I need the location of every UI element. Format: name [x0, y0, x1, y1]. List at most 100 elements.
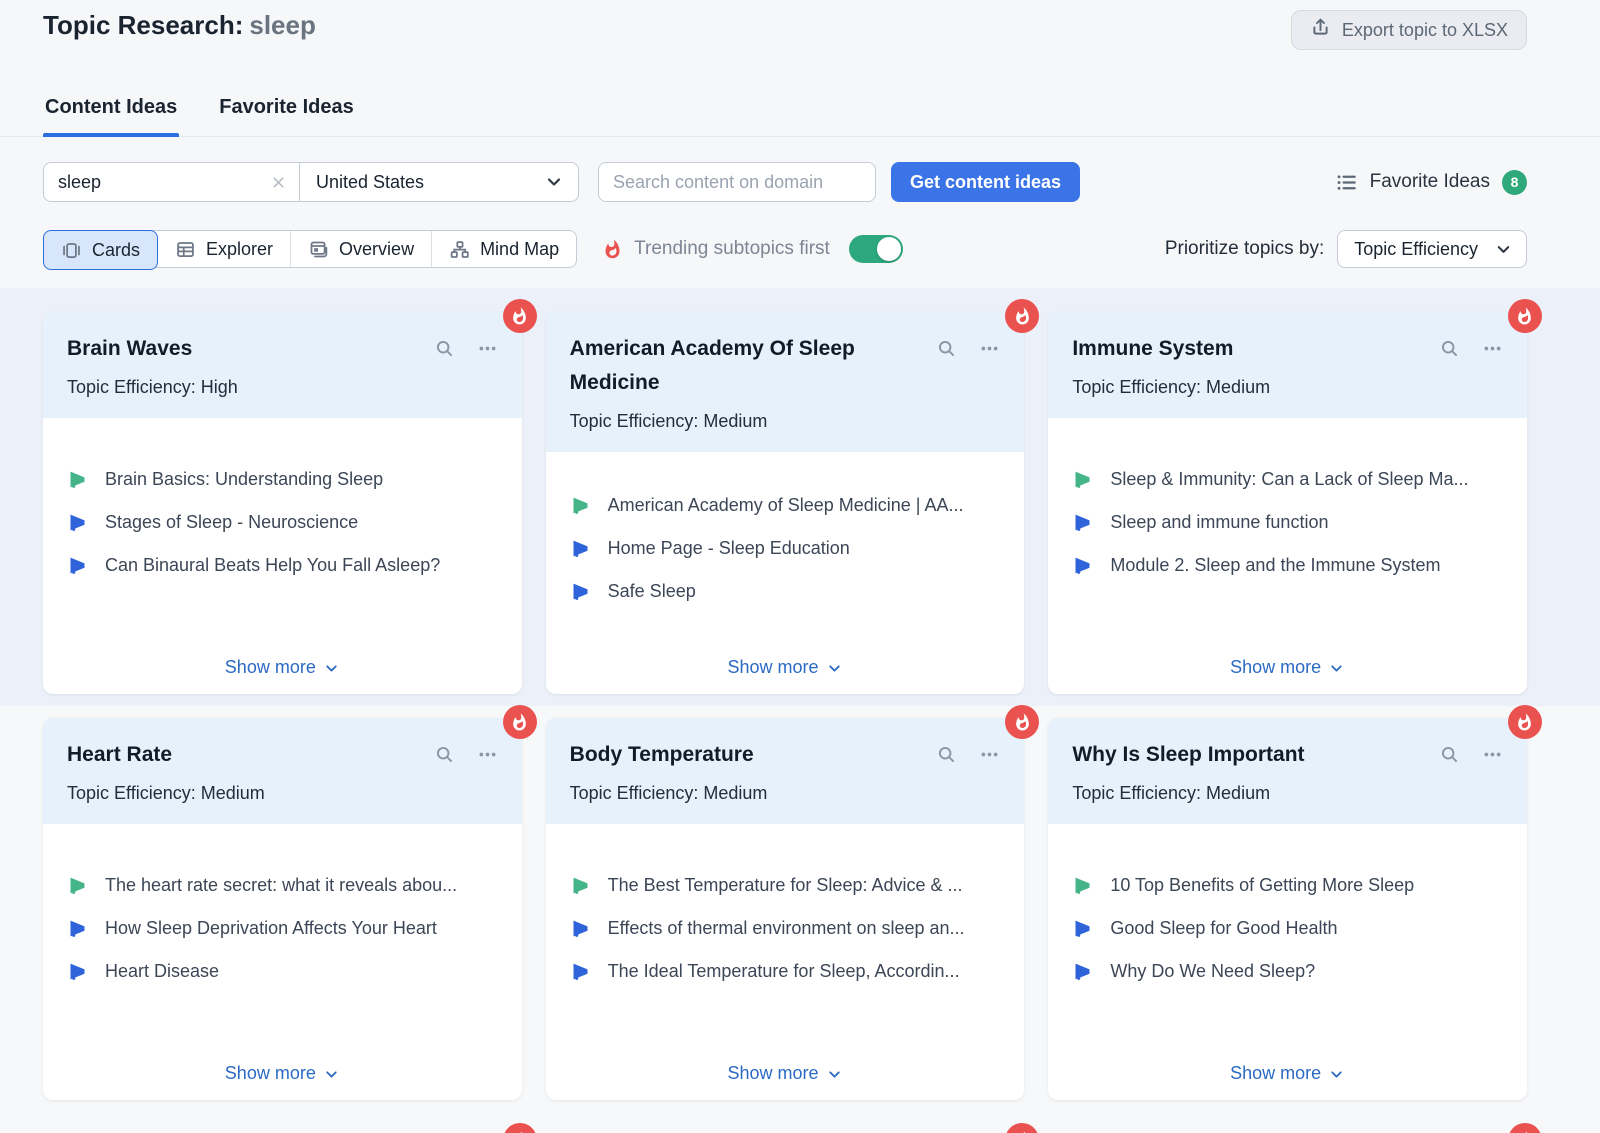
card-header: Immune System Topic Efficiency: Medium [1048, 312, 1527, 418]
search-icon[interactable] [936, 338, 957, 359]
megaphone-icon [67, 875, 88, 896]
card-header: Brain Waves Topic Efficiency: High [43, 312, 522, 418]
headline-text: Stages of Sleep - Neuroscience [105, 511, 358, 534]
trending-toggle[interactable] [849, 235, 903, 263]
favorite-ideas-link[interactable]: Favorite Ideas 8 [1335, 170, 1527, 195]
top-bar: Topic Research:sleep Export topic to XLS… [0, 0, 1600, 50]
headline-item[interactable]: Can Binaural Beats Help You Fall Asleep? [67, 554, 498, 577]
domain-search-input[interactable] [598, 162, 876, 202]
topic-card-brain-waves: Brain Waves Topic Efficiency: High Brain… [43, 312, 522, 694]
headline-item[interactable]: The Ideal Temperature for Sleep, Accordi… [570, 960, 1001, 983]
show-more-button[interactable]: Show more [1230, 657, 1345, 678]
view-tab-explorer-label: Explorer [206, 239, 273, 260]
headline-item[interactable]: Home Page - Sleep Education [570, 537, 1001, 560]
topic-efficiency: Topic Efficiency: Medium [1072, 783, 1503, 804]
headline-item[interactable]: Brain Basics: Understanding Sleep [67, 468, 498, 491]
card-header: Body Temperature Topic Efficiency: Mediu… [546, 718, 1025, 824]
get-content-ideas-button[interactable]: Get content ideas [891, 162, 1080, 202]
trending-fire-badge [1005, 299, 1039, 333]
show-more-button[interactable]: Show more [225, 1063, 340, 1084]
prioritize-label: Prioritize topics by: [1165, 238, 1324, 260]
headline-item[interactable]: How Sleep Deprivation Affects Your Heart [67, 917, 498, 940]
more-options-icon[interactable] [477, 744, 498, 765]
headline-item[interactable]: Sleep and immune function [1072, 511, 1503, 534]
more-options-icon[interactable] [477, 338, 498, 359]
tab-content-ideas[interactable]: Content Ideas [43, 88, 179, 136]
card-body: 10 Top Benefits of Getting More Sleep Go… [1048, 824, 1527, 1100]
export-topic-button[interactable]: Export topic to XLSX [1291, 10, 1527, 50]
search-icon[interactable] [434, 338, 455, 359]
more-options-icon[interactable] [1482, 744, 1503, 765]
headline-text: The Best Temperature for Sleep: Advice &… [608, 874, 963, 897]
topic-search-field[interactable] [44, 163, 299, 201]
card-title: Body Temperature [570, 738, 923, 772]
headline-text: 10 Top Benefits of Getting More Sleep [1110, 874, 1414, 897]
view-tab-cards-label: Cards [92, 240, 140, 261]
topic-efficiency: Topic Efficiency: Medium [570, 411, 1001, 432]
show-more-button[interactable]: Show more [727, 1063, 842, 1084]
upload-icon [1310, 17, 1331, 43]
headline-item[interactable]: Module 2. Sleep and the Immune System [1072, 554, 1503, 577]
card-body: American Academy of Sleep Medicine | AA.… [546, 452, 1025, 694]
chevron-down-icon [1494, 240, 1513, 259]
show-more-button[interactable]: Show more [1230, 1063, 1345, 1084]
search-icon[interactable] [936, 744, 957, 765]
headline-item[interactable]: 10 Top Benefits of Getting More Sleep [1072, 874, 1503, 897]
region-value: United States [316, 172, 424, 193]
trending-fire-badge [1005, 1123, 1039, 1133]
card-title: American Academy Of Sleep Medicine [570, 332, 923, 400]
more-options-icon[interactable] [979, 338, 1000, 359]
show-more-label: Show more [727, 1063, 818, 1084]
cards-view-icon [61, 240, 82, 261]
search-icon[interactable] [1439, 338, 1460, 359]
chevron-down-icon [1328, 1066, 1345, 1083]
headline-item[interactable]: Sleep & Immunity: Can a Lack of Sleep Ma… [1072, 468, 1503, 491]
prioritize-select[interactable]: Topic Efficiency [1337, 230, 1527, 268]
favorite-ideas-label: Favorite Ideas [1370, 171, 1490, 193]
chevron-down-icon [1328, 660, 1345, 677]
headline-item[interactable]: Stages of Sleep - Neuroscience [67, 511, 498, 534]
prioritize-control: Prioritize topics by: Topic Efficiency [1165, 230, 1527, 268]
card-header: Why Is Sleep Important Topic Efficiency:… [1048, 718, 1527, 824]
chevron-down-icon [323, 660, 340, 677]
headline-item[interactable]: Why Do We Need Sleep? [1072, 960, 1503, 983]
megaphone-icon [570, 961, 591, 982]
show-more-label: Show more [1230, 657, 1321, 678]
headline-text: How Sleep Deprivation Affects Your Heart [105, 917, 437, 940]
headline-item[interactable]: Safe Sleep [570, 580, 1001, 603]
headline-text: Can Binaural Beats Help You Fall Asleep? [105, 554, 440, 577]
search-icon[interactable] [1439, 744, 1460, 765]
trending-fire-badge [1005, 705, 1039, 739]
headline-item[interactable]: Good Sleep for Good Health [1072, 917, 1503, 940]
topic-card-heart-rate: Heart Rate Topic Efficiency: Medium The … [43, 718, 522, 1100]
topic-efficiency: Topic Efficiency: Medium [67, 783, 498, 804]
headline-item[interactable]: The heart rate secret: what it reveals a… [67, 874, 498, 897]
tab-favorite-ideas[interactable]: Favorite Ideas [217, 88, 356, 136]
table-view-icon [175, 239, 196, 260]
show-more-button[interactable]: Show more [225, 657, 340, 678]
headline-item[interactable]: The Best Temperature for Sleep: Advice &… [570, 874, 1001, 897]
megaphone-icon [570, 918, 591, 939]
search-icon[interactable] [434, 744, 455, 765]
headline-text: Module 2. Sleep and the Immune System [1110, 554, 1440, 577]
show-more-button[interactable]: Show more [727, 657, 842, 678]
trending-fire-badge [503, 1123, 537, 1133]
more-options-icon[interactable] [979, 744, 1000, 765]
more-options-icon[interactable] [1482, 338, 1503, 359]
view-tab-mindmap[interactable]: Mind Map [432, 231, 576, 267]
view-tab-explorer[interactable]: Explorer [158, 231, 291, 267]
region-select[interactable]: United States [300, 163, 578, 201]
clear-search-icon[interactable] [270, 174, 287, 191]
chevron-down-icon [826, 1066, 843, 1083]
view-tab-overview[interactable]: Overview [291, 231, 432, 267]
megaphone-icon [67, 512, 88, 533]
tab-bar: Content Ideas Favorite Ideas [0, 88, 1600, 137]
card-title: Why Is Sleep Important [1072, 738, 1425, 772]
headline-item[interactable]: Heart Disease [67, 960, 498, 983]
headline-item[interactable]: Effects of thermal environment on sleep … [570, 917, 1001, 940]
view-switcher: Cards Explorer Overview Mind Map [43, 230, 577, 268]
favorites-count-badge: 8 [1502, 170, 1527, 195]
topic-search-input[interactable] [58, 172, 270, 193]
view-tab-cards[interactable]: Cards [43, 230, 158, 270]
headline-item[interactable]: American Academy of Sleep Medicine | AA.… [570, 494, 1001, 517]
